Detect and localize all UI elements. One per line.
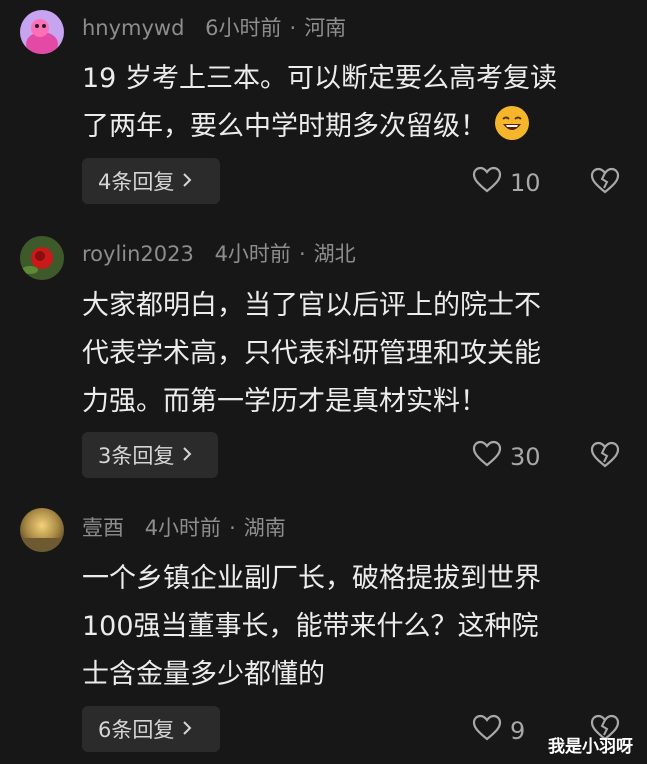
chevron-right-icon: [182, 717, 192, 741]
separator: ·: [298, 242, 306, 266]
location: 河南: [304, 16, 347, 40]
broken-heart-icon: [590, 167, 620, 199]
avatar[interactable]: [20, 10, 64, 54]
watermark: 我是小羽呀: [548, 737, 633, 757]
heart-outline-icon: [472, 714, 510, 748]
like-count: 30: [510, 443, 541, 471]
comment-text: 一个乡镇企业副厂长，破格提拔到世界 100强当董事长，能带来什么？这种院 士含金…: [82, 555, 622, 699]
comment-line: 了两年，要么中学时期多次留级！: [82, 103, 622, 151]
replies-count: 6条回复: [98, 718, 175, 742]
avatar[interactable]: [20, 236, 64, 280]
comment-line: 19 岁考上三本。可以断定要么高考复读: [82, 63, 557, 94]
laughing-emoji-icon: [495, 106, 529, 140]
like-count: 10: [510, 169, 541, 197]
location: 湖北: [313, 242, 356, 266]
dislike-button[interactable]: [590, 441, 620, 473]
comment-meta: hnymywd 6小时前 · 河南: [82, 12, 346, 42]
like-button[interactable]: 9: [472, 714, 525, 748]
heart-outline-icon: [472, 166, 510, 200]
timestamp: 4小时前: [214, 242, 291, 266]
username[interactable]: hnymywd: [82, 16, 184, 40]
like-count: 9: [510, 717, 526, 745]
timestamp: 6小时前: [205, 16, 282, 40]
chevron-right-icon: [182, 443, 192, 467]
broken-heart-icon: [590, 441, 620, 473]
chevron-right-icon: [182, 169, 192, 193]
like-button[interactable]: 10: [472, 166, 541, 200]
view-replies-button[interactable]: 3条回复: [82, 432, 218, 478]
view-replies-button[interactable]: 4条回复: [82, 158, 220, 204]
comment-text: 大家都明白，当了官以后评上的院士不 代表学术高，只代表科研管理和攻关能 力强。而…: [82, 282, 622, 426]
separator: ·: [229, 516, 236, 540]
heart-outline-icon: [472, 440, 510, 474]
replies-count: 3条回复: [98, 444, 175, 468]
comment-line: 大家都明白，当了官以后评上的院士不: [82, 290, 541, 321]
comment-line: 力强。而第一学历才是真材实料！: [82, 386, 487, 417]
like-button[interactable]: 30: [472, 440, 541, 474]
timestamp: 4小时前: [144, 516, 222, 540]
comment-meta: roylin2023 4小时前 · 湖北: [82, 238, 356, 268]
comment-text: 19 岁考上三本。可以断定要么高考复读 了两年，要么中学时期多次留级！: [82, 55, 622, 151]
dislike-button[interactable]: [590, 167, 620, 199]
replies-count: 4条回复: [98, 170, 175, 194]
view-replies-button[interactable]: 6条回复: [82, 706, 220, 752]
username[interactable]: roylin2023: [82, 242, 194, 266]
username[interactable]: 壹酉: [82, 516, 124, 540]
comment-line: 100强当董事长，能带来什么？这种院: [82, 611, 539, 642]
comment-line: 一个乡镇企业副厂长，破格提拔到世界: [82, 563, 541, 594]
comment-line: 代表学术高，只代表科研管理和攻关能: [82, 338, 541, 369]
separator: ·: [289, 16, 297, 40]
location: 湖南: [243, 516, 286, 540]
comment-line: 士含金量多少都懂的: [82, 659, 325, 690]
avatar[interactable]: [20, 508, 64, 552]
comment-meta: 壹酉 4小时前 · 湖南: [82, 512, 286, 542]
